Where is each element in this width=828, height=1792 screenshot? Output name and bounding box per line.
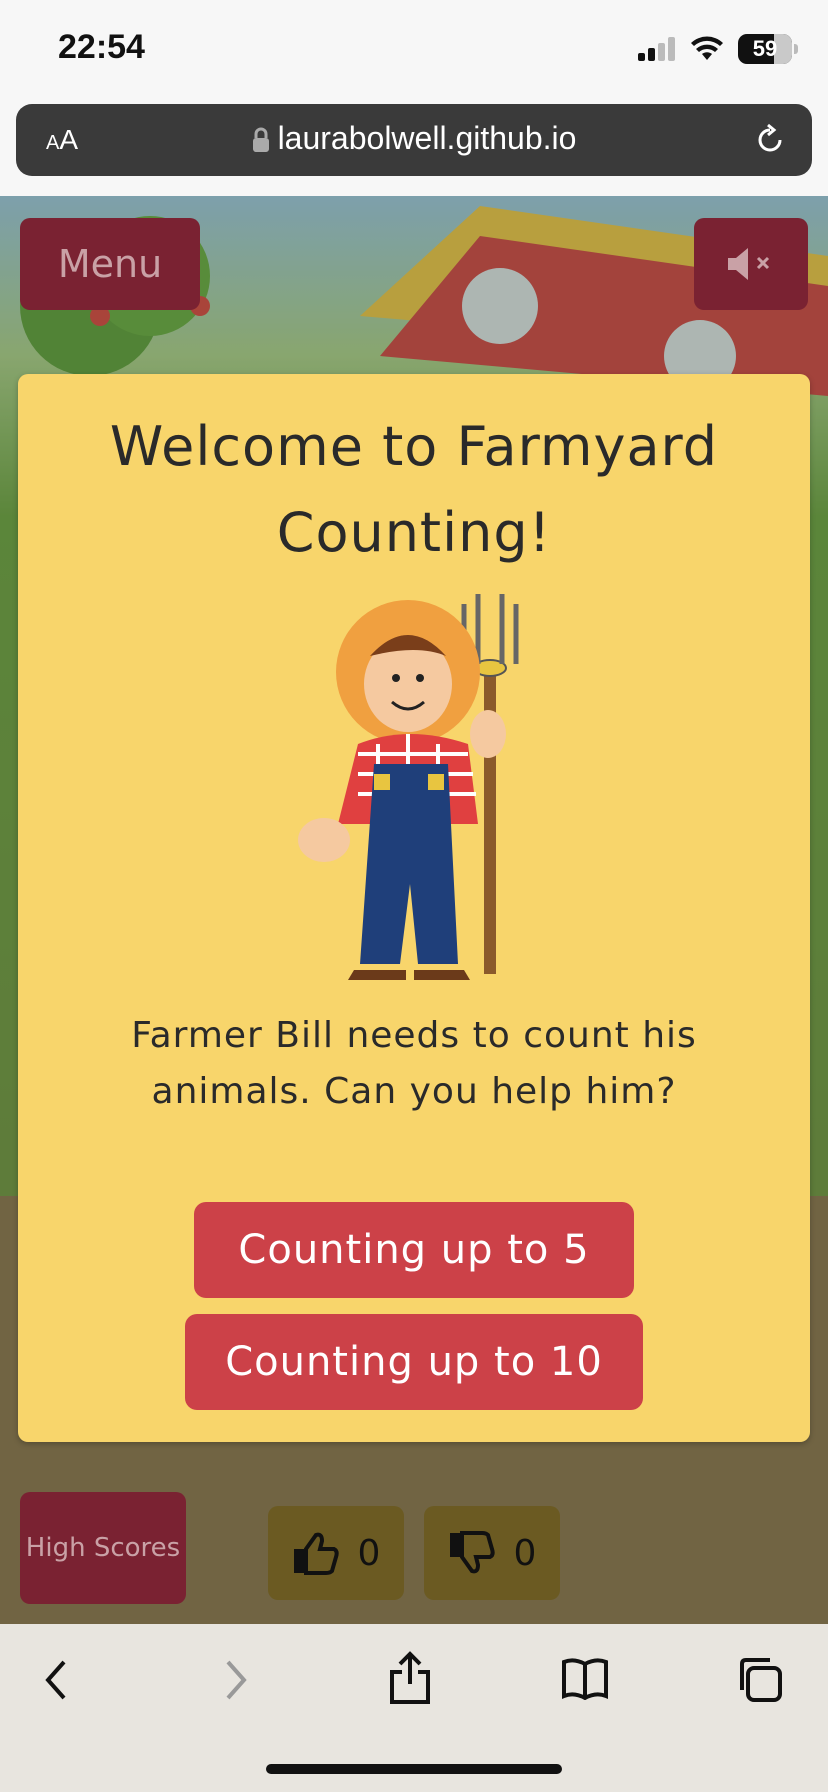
tabs-icon[interactable] [736,1656,784,1704]
cellular-signal-icon [638,37,675,61]
likes-counter: 0 [268,1506,404,1600]
clock: 22:54 [58,28,145,66]
game-area: Menu Welcome to Farmyard Counting! Farme… [0,196,828,1624]
battery-level: 59 [752,36,778,61]
dislikes-counter: 0 [424,1506,560,1600]
dislikes-count: 0 [513,1532,537,1574]
forward-icon[interactable] [220,1656,250,1704]
home-indicator[interactable] [266,1764,562,1774]
counting-up-to-5-button[interactable]: Counting up to 5 [194,1202,634,1298]
status-icons: 59 [638,34,798,64]
share-icon[interactable] [388,1650,432,1706]
high-scores-button[interactable]: High Scores [20,1492,186,1604]
reload-icon[interactable] [752,122,788,158]
wifi-icon [691,36,723,60]
url-text: laurabolwell.github.io [277,120,577,156]
menu-button[interactable]: Menu [20,218,200,310]
lock-icon [252,127,269,152]
farmer-bill-image [298,594,519,980]
thumbs-down-icon [449,1531,495,1574]
status-bar: 22:54 59 [0,0,828,100]
welcome-modal: Welcome to Farmyard Counting! Farmer Bil… [18,374,810,1442]
thumbs-up-icon [293,1532,339,1575]
back-icon[interactable] [42,1656,72,1704]
intro-text: Farmer Bill needs to count his animals. … [131,1015,697,1112]
bookmarks-icon[interactable] [560,1656,610,1700]
likes-count: 0 [357,1532,381,1574]
speaker-muted-icon [728,248,770,280]
address-bar[interactable]: AA laurabolwell.github.io [16,104,812,176]
url-field[interactable]: laurabolwell.github.io [16,120,812,157]
mute-button[interactable] [694,218,808,310]
welcome-title: Welcome to Farmyard Counting! [109,415,719,564]
counting-up-to-10-button[interactable]: Counting up to 10 [185,1314,643,1410]
battery-icon: 59 [738,34,798,64]
